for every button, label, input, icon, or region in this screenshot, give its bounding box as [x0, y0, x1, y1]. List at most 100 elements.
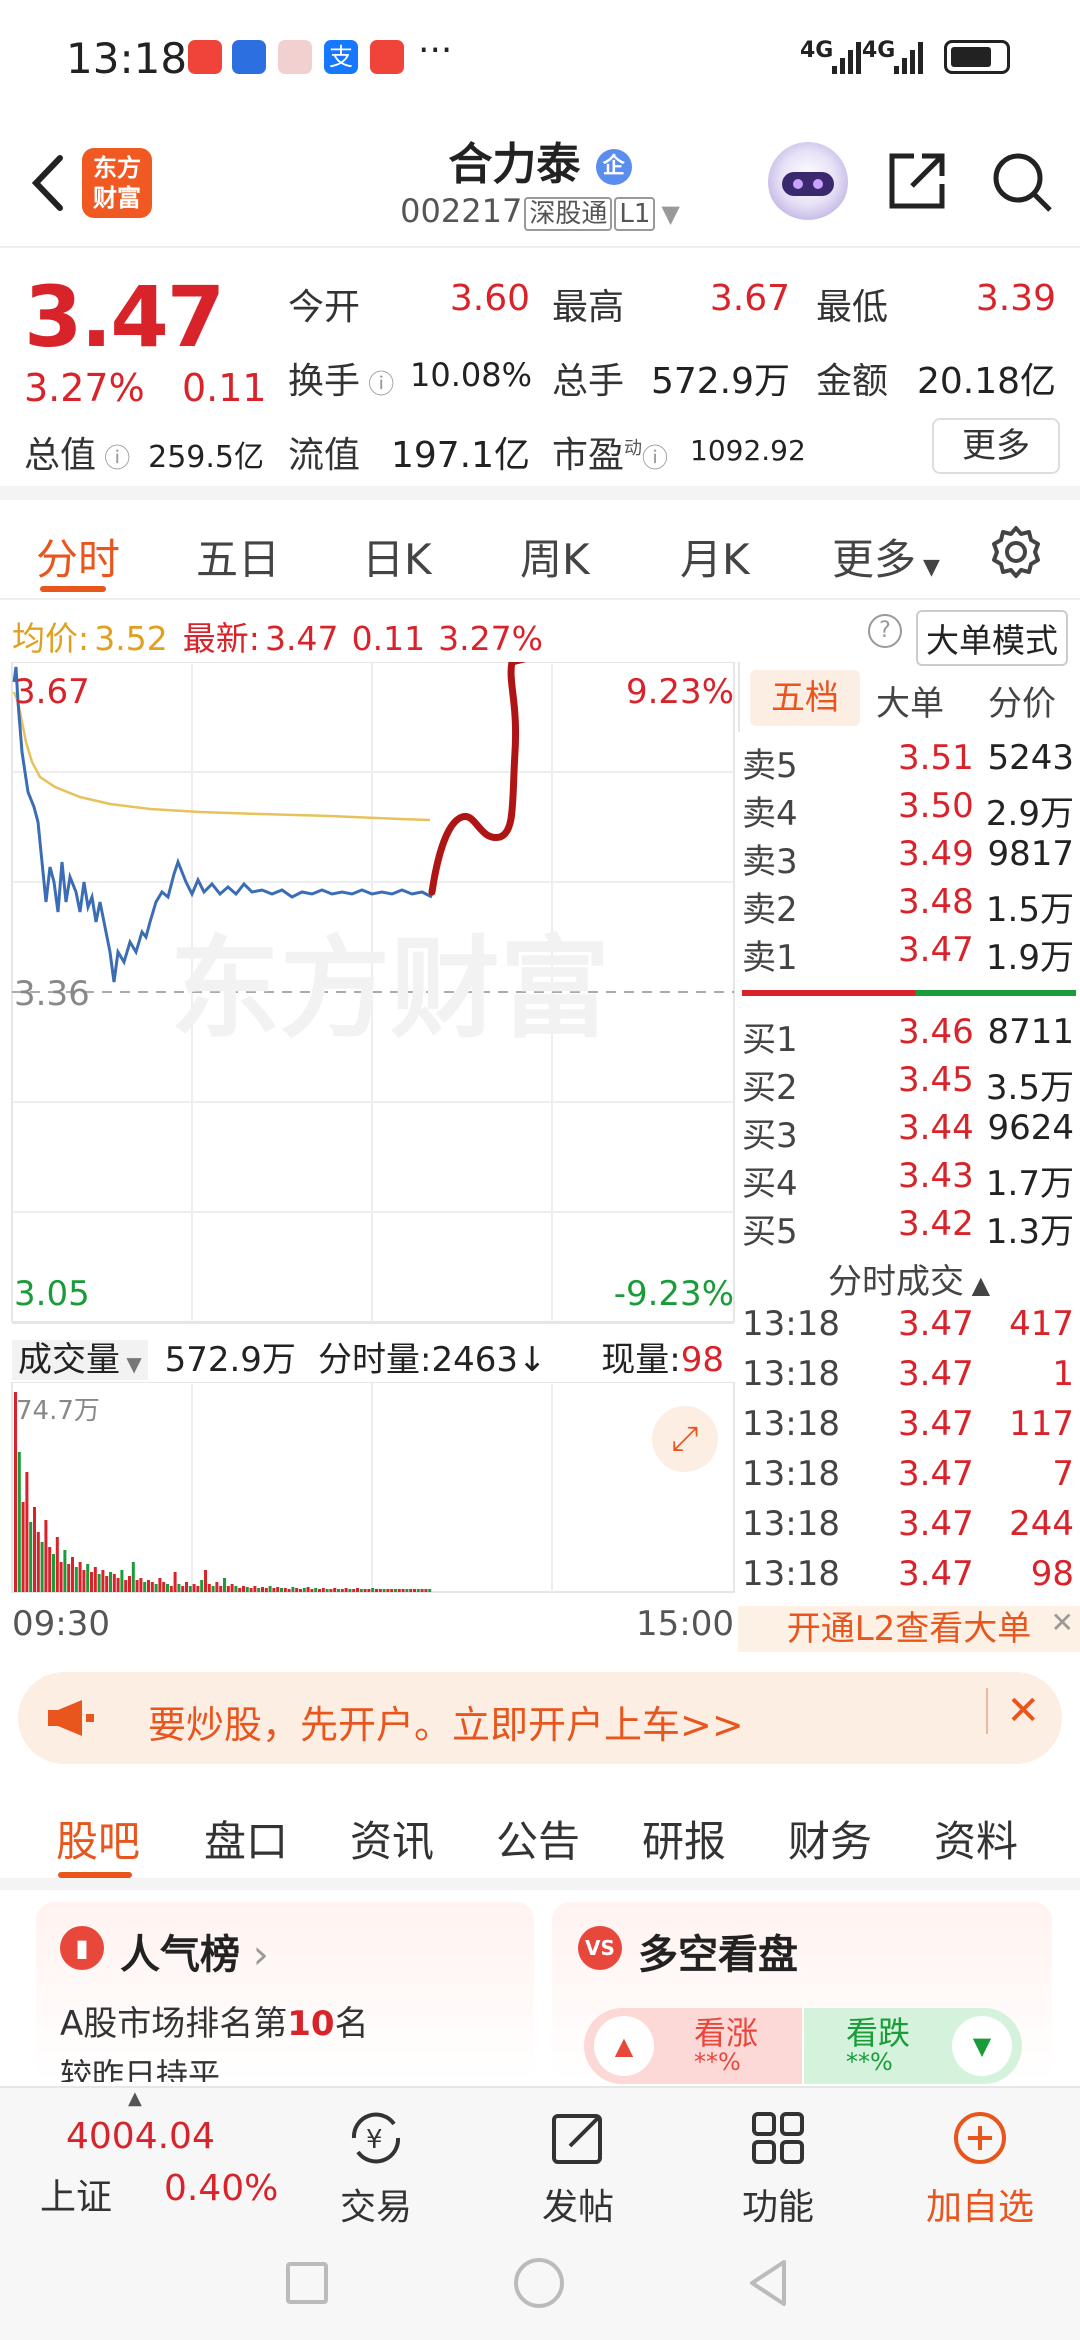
sell-row-price: 3.48 — [898, 882, 974, 922]
tab-price-dist[interactable]: 分价 — [988, 676, 1056, 725]
volume-bar — [219, 1586, 223, 1592]
tab-profile[interactable]: 资料 — [934, 1808, 1018, 1869]
change-amount: 0.11 — [182, 366, 267, 410]
close-icon[interactable]: ✕ — [1051, 1606, 1074, 1639]
volume-bar — [272, 1588, 276, 1592]
tab-five-day[interactable]: 五日 — [196, 526, 280, 587]
volume-bar — [90, 1572, 93, 1592]
high-label: 最高 — [552, 287, 625, 328]
active-tab-indicator — [58, 1872, 132, 1878]
bear-button[interactable]: 看跌 **% ▼ — [804, 2008, 1022, 2084]
volume-bar — [48, 1547, 52, 1592]
tick-row: 13:18 3.47 7 — [738, 1454, 1080, 1504]
tab-big-order[interactable]: 大单 — [876, 676, 944, 725]
volume-bar — [344, 1588, 348, 1592]
tab-more[interactable]: 更多 ▼ — [832, 526, 940, 587]
tick-row-label: 13:18 — [742, 1454, 840, 1494]
volume-bar — [238, 1588, 242, 1592]
volume-value: 572.9万 — [650, 361, 790, 402]
volume-bar — [120, 1570, 124, 1592]
status-time: 13:18 — [66, 34, 188, 83]
tab-weekly-k[interactable]: 周K — [520, 526, 590, 587]
tab-daily-k[interactable]: 日K — [362, 526, 432, 587]
sell-row-qty: 5243 — [987, 738, 1074, 778]
buy-orders: 买1 3.46 8711 买2 3.45 3.5万 买3 3.44 9624 买4 3.43 1.7万… — [738, 1012, 1080, 1252]
volume-bar — [181, 1586, 185, 1592]
popularity-card[interactable]: ▮ 人气榜 › A股市场排名第10名 较昨日持平 — [36, 1902, 534, 2082]
intraday-chart[interactable]: 东方财富 3.67 9.23% 3.36 3.05 -9.23% — [0, 638, 739, 1323]
volume-bar — [63, 1550, 67, 1592]
tick-row-qty: 98 — [1030, 1554, 1074, 1594]
order-book: 五档 大单 分价 卖5 3.51 5243 卖4 3.50 2.9万 卖3 3.49 9817 卖… — [738, 662, 1080, 1652]
volume-bar — [169, 1586, 173, 1592]
share-icon[interactable] — [884, 148, 950, 214]
tab-announcements[interactable]: 公告 — [496, 1808, 580, 1869]
sell-row: 卖1 3.47 1.9万 — [738, 930, 1080, 978]
status-bar: 13:18 支 ··· 4G 4G — [0, 0, 1080, 120]
pe-value: 1092.92 — [690, 434, 806, 467]
search-icon[interactable] — [988, 148, 1054, 214]
volume-type-dropdown[interactable]: 成交量 ▼ — [12, 1340, 148, 1380]
help-icon[interactable]: ? — [868, 614, 902, 648]
high-value: 3.67 — [709, 278, 790, 319]
close-icon[interactable]: ✕ — [986, 1688, 1040, 1734]
volume-bar — [310, 1589, 314, 1592]
tick-row-price: 3.47 — [898, 1354, 974, 1394]
volume-bar — [329, 1589, 333, 1592]
top-pct-label: 9.23% — [625, 672, 734, 712]
back-icon[interactable] — [744, 2258, 794, 2308]
tick-row-qty: 7 — [1052, 1454, 1074, 1494]
time-end-label: 15:00 — [636, 1604, 734, 1644]
volume-bar — [295, 1588, 299, 1592]
sell-row-price: 3.50 — [898, 786, 974, 826]
more-button[interactable]: 更多 — [932, 418, 1060, 474]
buy-row-qty: 9624 — [987, 1108, 1074, 1148]
tick-row-qty: 117 — [1009, 1404, 1074, 1444]
time-start-label: 09:30 — [12, 1604, 110, 1644]
volume-bar — [166, 1584, 169, 1592]
buy-row-qty: 3.5万 — [985, 1068, 1074, 1108]
expand-icon[interactable]: ⤢ — [652, 1406, 718, 1472]
turnover-value: 10.08% — [410, 356, 533, 394]
recent-apps-icon[interactable] — [286, 2262, 328, 2304]
big-order-mode-button[interactable]: 大单模式 — [916, 610, 1068, 666]
tab-handicap[interactable]: 盘口 — [204, 1808, 288, 1869]
ticks-title[interactable]: 分时成交 ▲ — [738, 1254, 1080, 1303]
ai-assistant-icon[interactable] — [768, 142, 848, 222]
l2-promo[interactable]: 开通L2查看大单 — [738, 1606, 1080, 1652]
volume-bar — [280, 1588, 283, 1592]
volume-bar — [375, 1589, 378, 1592]
home-icon[interactable] — [514, 2258, 564, 2308]
tab-five-level[interactable]: 五档 — [750, 670, 860, 726]
nav-post[interactable]: 发帖 — [498, 2106, 658, 2230]
index-ticker[interactable]: ▲ 4004.04 上证 0.40% — [0, 2088, 290, 2226]
index-name: 上证 — [40, 2177, 113, 2218]
tab-finance[interactable]: 财务 — [788, 1808, 872, 1869]
tab-research[interactable]: 研报 — [642, 1808, 726, 1869]
tab-news[interactable]: 资讯 — [350, 1808, 434, 1869]
buy-row: 买5 3.42 1.3万 — [738, 1204, 1080, 1252]
volume-bar — [78, 1562, 82, 1592]
tab-intraday[interactable]: 分时 — [36, 526, 120, 587]
sell-row-qty: 2.9万 — [985, 794, 1074, 834]
info-icon: ⓘ — [96, 444, 131, 474]
tab-forum[interactable]: 股吧 — [56, 1808, 140, 1869]
more-notifications-icon: ··· — [418, 30, 453, 71]
volume-bar — [378, 1589, 382, 1592]
tab-monthly-k[interactable]: 月K — [680, 526, 750, 587]
signal-bars-icon — [894, 42, 923, 74]
nav-functions[interactable]: 功能 — [698, 2106, 858, 2230]
sell-row: 卖2 3.48 1.5万 — [738, 882, 1080, 930]
nav-add-watchlist[interactable]: 加自选 — [900, 2106, 1060, 2230]
now-volume-label: 现量: — [601, 1340, 681, 1380]
volume-bar — [359, 1589, 363, 1592]
volume-bar — [253, 1586, 257, 1592]
nav-trade[interactable]: ¥ 交易 — [296, 2106, 456, 2230]
alipay-icon: 支 — [324, 40, 358, 74]
settings-gear-icon[interactable] — [988, 524, 1044, 580]
tick-row-price: 3.47 — [898, 1304, 974, 1344]
bull-bear-card[interactable]: VS 多空看盘 ▲ 看涨 **% 看跌 **% ▼ — [552, 1902, 1052, 2084]
open-account-banner[interactable]: 要炒股，先开户。立即开户上车>> ✕ — [18, 1672, 1062, 1764]
bull-button[interactable]: ▲ 看涨 **% — [584, 2008, 802, 2084]
tick-row-price: 3.47 — [898, 1554, 974, 1594]
